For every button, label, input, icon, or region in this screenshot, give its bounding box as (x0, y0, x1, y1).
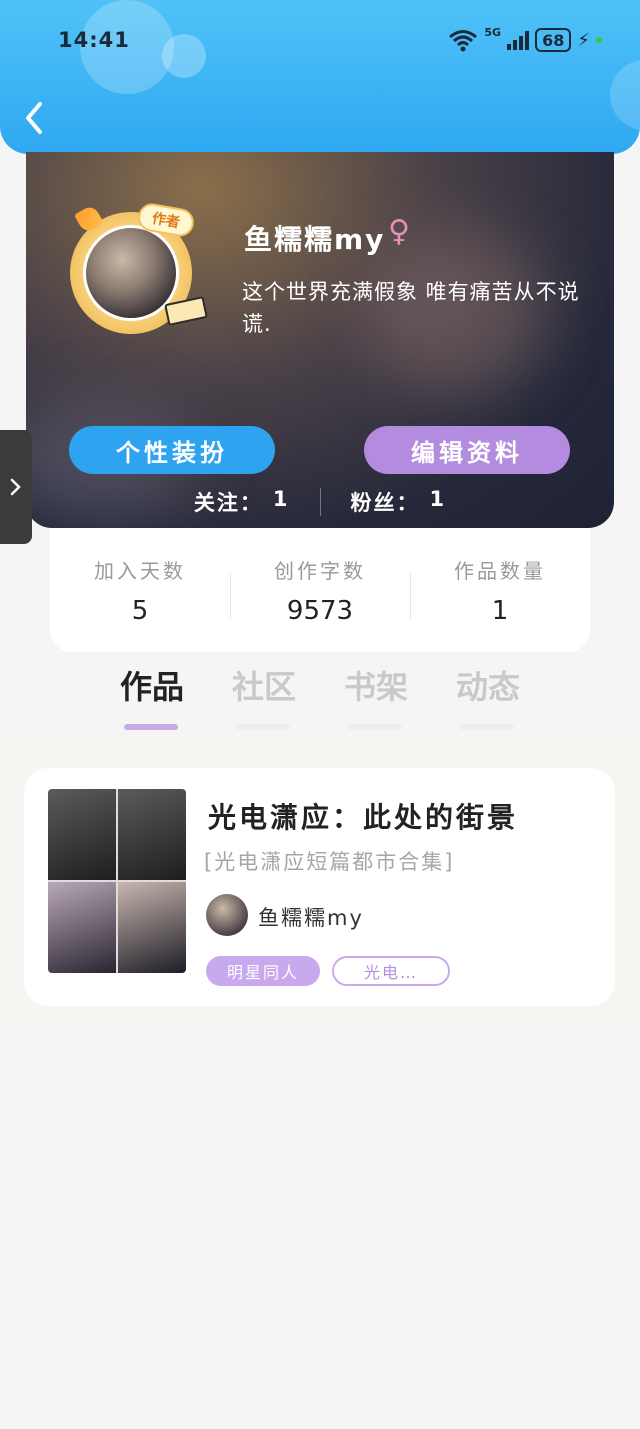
back-button[interactable] (18, 98, 54, 138)
tab-community[interactable]: 社区 (228, 662, 300, 740)
tab-activity[interactable]: 动态 (452, 662, 524, 740)
stat-value: 9573 (286, 595, 354, 626)
follow-stats: 关注： 1 粉丝： 1 (26, 484, 614, 520)
username: 鱼糯糯my (244, 223, 386, 256)
profile-card: 作者 鱼糯糯my ♀ 这个世界充满假象 唯有痛苦从不说谎. 个性装扮 编辑资料 … (26, 152, 614, 528)
indicator-dot (596, 37, 602, 43)
dress-up-button[interactable]: 个性装扮 (69, 426, 275, 474)
stat-word-count: 创作字数 9573 (230, 555, 410, 626)
tab-bookshelf[interactable]: 书架 (340, 662, 412, 740)
work-cover-image[interactable] (48, 789, 186, 973)
active-tab-indicator (124, 724, 178, 730)
female-gender-icon: ♀ (388, 214, 410, 249)
followers-count[interactable]: 粉丝： 1 (351, 487, 447, 517)
tab-label: 书架 (343, 668, 408, 706)
decorative-bubble (610, 60, 640, 130)
stat-join-days: 加入天数 5 (50, 555, 230, 626)
battery-level: 68 (542, 30, 565, 50)
header-bar: 14:41 5G 68 ⚡ (0, 0, 640, 154)
following-label: 关注： (193, 491, 263, 515)
tab-label: 动态 (455, 668, 520, 706)
status-time: 14:41 (58, 28, 130, 52)
decorative-bubble (162, 34, 206, 78)
bio-text: 这个世界充满假象 唯有痛苦从不说谎. (242, 280, 580, 336)
side-drawer-handle[interactable] (0, 430, 32, 544)
network-type-label: 5G (484, 25, 502, 39)
stat-value: 1 (491, 595, 509, 626)
wifi-icon (449, 30, 478, 52)
battery-icon: 68 (535, 28, 572, 52)
stat-works-count: 作品数量 1 (410, 555, 590, 626)
stats-card: 加入天数 5 创作字数 9573 作品数量 1 (50, 528, 590, 652)
divider (319, 488, 321, 516)
work-card[interactable]: 光电潇应：此处的街景 [光电潇应短篇都市合集] 鱼糯糯my 明星同人 光电… (24, 768, 615, 1006)
stat-label: 加入天数 (94, 558, 186, 583)
tab-label: 作品 (119, 668, 184, 706)
work-subtitle: [光电潇应短篇都市合集] (204, 850, 455, 874)
followers-value: 1 (429, 487, 447, 511)
tab-label: 社区 (231, 668, 296, 706)
stat-label: 作品数量 (454, 558, 546, 583)
signal-icon (507, 30, 530, 50)
work-tag[interactable]: 明星同人 (206, 956, 320, 986)
chevron-right-icon (10, 478, 21, 496)
work-author-avatar (206, 894, 248, 936)
status-icons: 5G 68 ⚡ (448, 26, 602, 54)
following-value: 1 (272, 487, 290, 511)
edit-profile-button[interactable]: 编辑资料 (364, 426, 570, 474)
stat-label: 创作字数 (274, 558, 366, 583)
charging-icon: ⚡ (577, 29, 590, 51)
work-title[interactable]: 光电潇应：此处的街景 (208, 796, 518, 836)
followers-label: 粉丝： (350, 491, 420, 515)
following-count[interactable]: 关注： 1 (194, 487, 290, 517)
work-tag[interactable]: 光电… (332, 956, 450, 986)
stat-value: 5 (131, 595, 149, 626)
tab-works[interactable]: 作品 (116, 662, 188, 740)
tab-bar: 作品 社区 书架 动态 (0, 662, 640, 740)
work-author-name: 鱼糯糯my (258, 906, 364, 930)
